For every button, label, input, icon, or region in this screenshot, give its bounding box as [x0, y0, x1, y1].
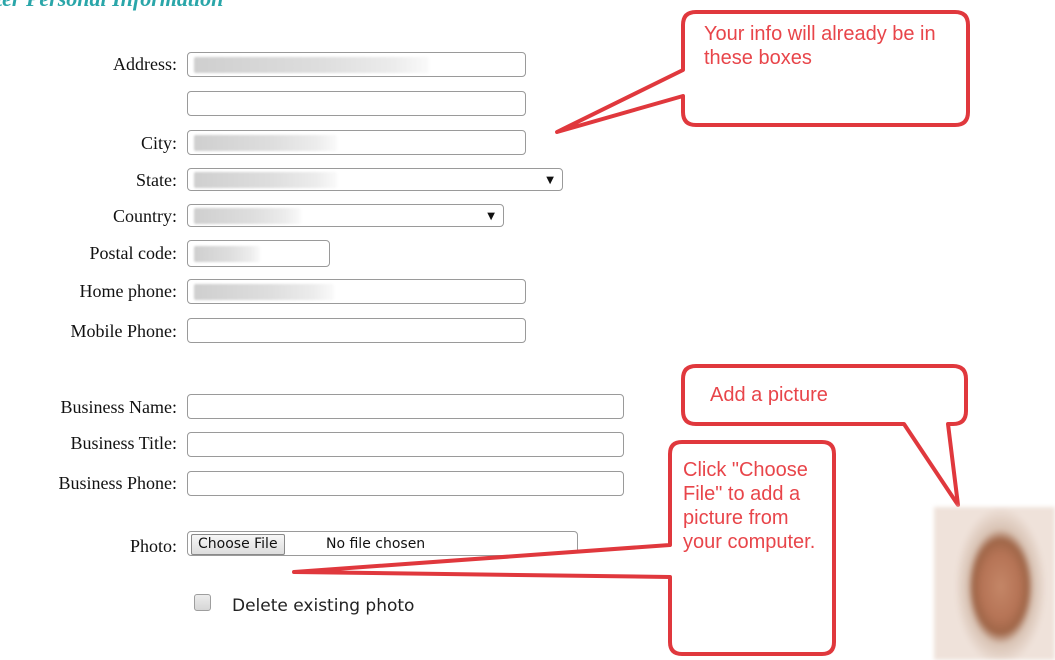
business-name-input[interactable] [187, 394, 624, 419]
state-label: State: [136, 170, 177, 190]
delete-photo-label: Delete existing photo [232, 596, 415, 616]
chevron-down-icon: ▼ [546, 175, 554, 186]
mobile-phone-label: Mobile Phone: [70, 321, 178, 341]
no-file-chosen-text: No file chosen [326, 536, 426, 552]
business-title-label: Business Title: [70, 433, 177, 453]
city-label: City: [140, 133, 177, 153]
redacted-value [194, 284, 334, 300]
home-phone-input[interactable] [187, 279, 526, 304]
delete-photo-checkbox[interactable] [194, 594, 211, 611]
add-picture-callout-text: Add a picture [710, 384, 828, 406]
business-phone-label: Business Phone: [58, 473, 177, 493]
postal-code-input[interactable] [187, 240, 330, 267]
profile-photo-thumbnail [934, 507, 1055, 660]
redacted-value [194, 135, 337, 151]
redacted-value [194, 208, 301, 224]
state-select[interactable]: ▼ [187, 168, 563, 191]
business-name-label: Business Name: [60, 397, 178, 417]
country-select[interactable]: ▼ [187, 204, 504, 227]
info-callout-text: Your info will already be in these boxes [704, 23, 936, 69]
mobile-phone-input[interactable] [187, 318, 526, 343]
redacted-value [194, 57, 429, 73]
address-line2-input[interactable] [187, 91, 526, 116]
city-input[interactable] [187, 130, 526, 155]
choose-file-button[interactable]: Choose File [191, 534, 285, 555]
choose-file-callout-text: Click "Choose File" to add a picture fro… [683, 459, 816, 553]
business-phone-input[interactable] [187, 471, 624, 496]
redacted-value [194, 172, 337, 188]
redacted-value [194, 246, 260, 262]
address-line1-input[interactable] [187, 52, 526, 77]
address-label: Address: [113, 54, 177, 74]
section-title: ter Personal Information [0, 0, 223, 12]
photo-file-input[interactable]: Choose File No file chosen [187, 531, 578, 556]
home-phone-label: Home phone: [79, 281, 177, 301]
chevron-down-icon: ▼ [487, 211, 495, 222]
postal-code-label: Postal code: [89, 243, 178, 263]
photo-label: Photo: [129, 536, 177, 556]
country-label: Country: [112, 206, 177, 226]
business-title-input[interactable] [187, 432, 624, 457]
